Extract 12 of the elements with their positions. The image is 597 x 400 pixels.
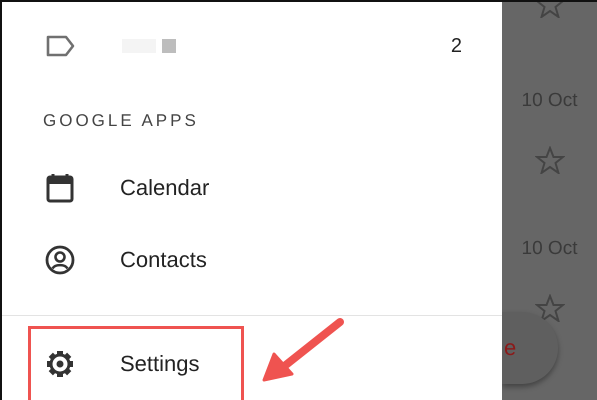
unread-count: 2 [450,34,462,58]
section-header: GOOGLE APPS [42,110,200,132]
star-icon [534,146,564,174]
redacted-label-drawing [122,39,178,54]
label-icon [44,34,76,58]
settings-item[interactable]: Settings [120,350,200,377]
calendar-icon [44,172,76,203]
menu-item[interactable]: Calendar [120,174,210,201]
menu-item[interactable]: Contacts [120,246,207,273]
star-icon [534,294,564,322]
settings-icon [44,348,76,379]
contacts-icon [44,244,76,275]
